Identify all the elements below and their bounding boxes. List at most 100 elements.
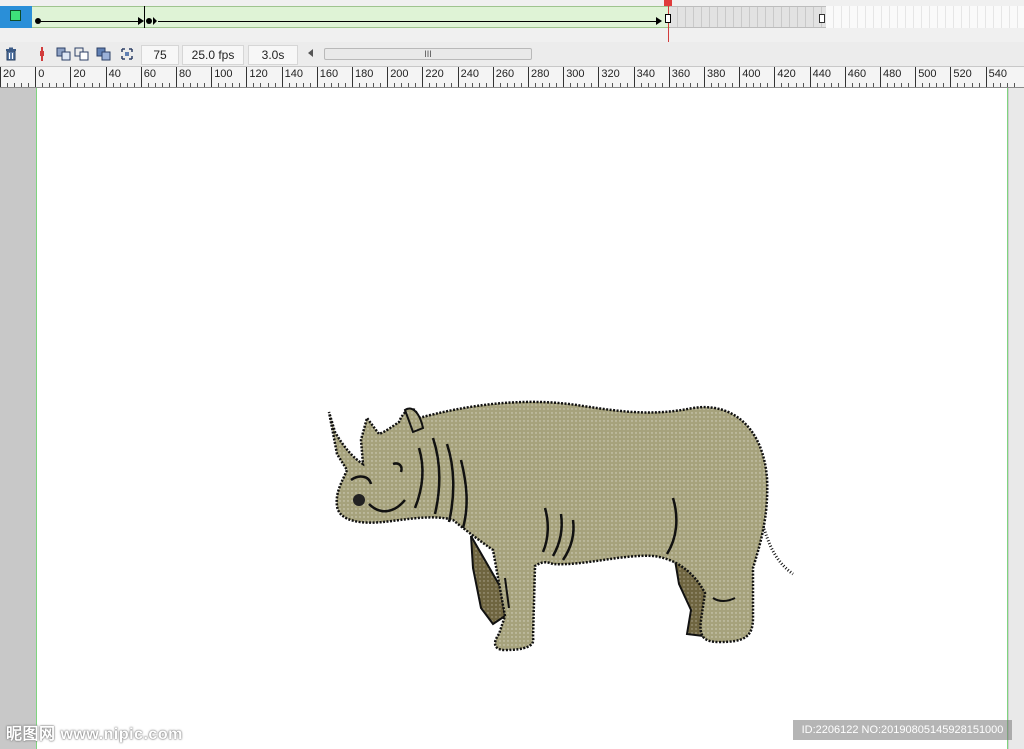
- ruler-minor-tick: [450, 83, 452, 87]
- modify-markers-icon[interactable]: [119, 46, 135, 62]
- ruler-minor-tick: [380, 83, 382, 87]
- ruler-minor-tick: [964, 83, 966, 87]
- ruler-major-tick: [35, 67, 37, 87]
- ruler-minor-tick: [183, 83, 185, 87]
- ruler-tick-label: 20: [3, 68, 16, 80]
- empty-frames-span[interactable]: [670, 6, 826, 28]
- ruler-minor-tick: [337, 83, 339, 87]
- ruler-tick-label: 320: [601, 68, 620, 80]
- scroll-thumb[interactable]: III: [324, 48, 532, 60]
- ruler-tick-label: 480: [883, 68, 902, 80]
- ruler-tick-label: 360: [671, 68, 691, 80]
- timeline-status-bar: 75 25.0 fps 3.0s III: [0, 42, 1024, 67]
- ruler-major-tick: [457, 67, 459, 87]
- ruler-minor-tick: [591, 83, 593, 87]
- ruler-tick-label: 180: [355, 68, 374, 80]
- ruler-tick-label: 80: [179, 68, 192, 80]
- rhino-illustration[interactable]: [323, 388, 797, 653]
- tween-arrowhead: [656, 17, 662, 25]
- ruler-minor-tick: [654, 83, 656, 87]
- ruler-major-tick: [739, 67, 741, 87]
- tween-arrow-line: [158, 21, 658, 22]
- scroll-left-arrow-icon[interactable]: [308, 49, 313, 57]
- stage-vertical-scrollbar[interactable]: [1008, 88, 1024, 749]
- ruler-minor-tick: [91, 83, 93, 87]
- onion-skin-icon[interactable]: [56, 46, 72, 62]
- ruler-minor-tick: [21, 83, 23, 87]
- ruler-major-tick: [105, 67, 107, 87]
- ruler-minor-tick: [112, 83, 114, 87]
- ruler-tick-label: 120: [249, 68, 268, 80]
- edit-multiple-frames-icon[interactable]: [96, 46, 112, 62]
- ruler-minor-tick: [408, 83, 410, 87]
- layer-color-icon[interactable]: [10, 10, 21, 21]
- ruler-minor-tick: [394, 83, 396, 87]
- ruler-minor-tick: [542, 83, 544, 87]
- ruler-minor-tick: [682, 83, 684, 87]
- ruler-minor-tick: [288, 83, 290, 87]
- ruler-minor-tick: [239, 83, 241, 87]
- ruler-minor-tick: [936, 83, 938, 87]
- ruler-minor-tick: [978, 83, 980, 87]
- ruler-minor-tick: [894, 83, 896, 87]
- ruler-minor-tick: [675, 83, 677, 87]
- ruler-minor-tick: [830, 83, 832, 87]
- ruler-minor-tick: [415, 83, 417, 87]
- ruler-major-tick: [563, 67, 565, 87]
- ruler-major-tick: [528, 67, 529, 87]
- ruler-minor-tick: [520, 83, 522, 87]
- ruler-tick-label: 160: [319, 68, 339, 80]
- layer-row-selected[interactable]: [0, 6, 32, 28]
- ruler-minor-tick: [373, 83, 375, 87]
- center-frame-icon[interactable]: [34, 46, 50, 62]
- ruler-minor-tick: [295, 83, 297, 87]
- ruler-minor-tick: [851, 83, 853, 87]
- ruler-minor-tick: [499, 83, 501, 87]
- ruler-minor-tick: [887, 83, 889, 87]
- ruler-minor-tick: [992, 83, 994, 87]
- stage-canvas[interactable]: [36, 88, 1008, 749]
- ruler-minor-tick: [302, 83, 304, 87]
- ruler-minor-tick: [788, 83, 790, 87]
- ruler-tick-label: 260: [495, 68, 515, 80]
- ruler-minor-tick: [725, 83, 727, 87]
- motion-tween-span[interactable]: [32, 6, 670, 28]
- ruler-minor-tick: [359, 83, 361, 87]
- ruler-minor-tick: [612, 83, 614, 87]
- ruler-minor-tick: [746, 83, 748, 87]
- keyframe-marker-end[interactable]: [665, 14, 671, 23]
- playhead-line: [668, 6, 669, 42]
- ruler-minor-tick: [197, 83, 199, 87]
- ruler-minor-tick: [84, 83, 86, 87]
- frame-cells[interactable]: [826, 6, 1024, 28]
- ruler-major-tick: [880, 67, 881, 87]
- elapsed-time-field: 3.0s: [248, 45, 298, 65]
- current-frame-field[interactable]: 75: [141, 45, 179, 65]
- ruler-major-tick: [387, 67, 389, 87]
- ruler-major-tick: [316, 67, 318, 87]
- ruler-major-tick: [844, 67, 846, 87]
- ruler-major-tick: [281, 67, 283, 87]
- end-frame-marker[interactable]: [819, 14, 825, 23]
- ruler-minor-tick: [577, 83, 579, 87]
- frame-rate-field[interactable]: 25.0 fps: [182, 45, 244, 65]
- keyframe-marker[interactable]: [146, 18, 152, 24]
- trash-icon[interactable]: [3, 46, 19, 62]
- timeline-horizontal-scrollbar[interactable]: III: [302, 47, 534, 61]
- ruler-minor-tick: [168, 83, 170, 87]
- ruler-minor-tick: [971, 83, 973, 87]
- ruler-tick-label: 420: [777, 68, 796, 80]
- ruler-minor-tick: [549, 83, 551, 87]
- ruler-minor-tick: [464, 83, 466, 87]
- keyframe-divider: [144, 6, 145, 28]
- ruler-tick-label: 460: [847, 68, 867, 80]
- ruler-minor-tick: [154, 83, 156, 87]
- ruler-minor-tick: [802, 83, 804, 87]
- ruler-minor-tick: [999, 83, 1001, 87]
- ruler-minor-tick: [478, 83, 480, 87]
- ruler-major-tick: [0, 67, 1, 87]
- ruler-tick-label: 0: [38, 68, 45, 80]
- ruler-minor-tick: [98, 83, 100, 87]
- ruler-minor-tick: [605, 83, 607, 87]
- onion-outline-icon[interactable]: [74, 46, 90, 62]
